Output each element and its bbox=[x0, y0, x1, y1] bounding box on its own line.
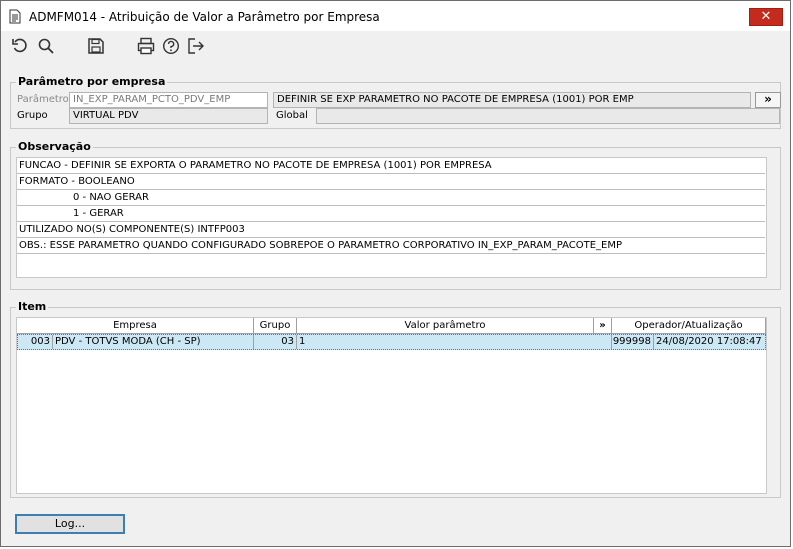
observacao-line: FORMATO - BOOLEANO bbox=[17, 174, 765, 190]
grupo-cell: 03 bbox=[254, 335, 297, 349]
item-grid: Empresa Grupo Valor parâmetro » Operador… bbox=[16, 317, 767, 494]
column-header-valor[interactable]: Valor parâmetro bbox=[297, 318, 594, 334]
empresa-name-cell: PDV - TOTVS MODA (CH - SP) bbox=[53, 335, 254, 349]
help-icon[interactable] bbox=[162, 37, 180, 55]
param-group-title: Parâmetro por empresa bbox=[16, 75, 168, 88]
column-header-grupo[interactable]: Grupo bbox=[254, 318, 297, 334]
close-button[interactable]: ✕ bbox=[749, 8, 783, 26]
document-icon bbox=[9, 9, 21, 24]
observacao-line: 1 - GERAR bbox=[17, 206, 765, 222]
window-title: ADMFM014 - Atribuição de Valor a Parâmet… bbox=[29, 10, 380, 24]
global-label: Global bbox=[276, 110, 308, 121]
toolbar bbox=[1, 31, 790, 61]
column-header-empresa[interactable]: Empresa bbox=[17, 318, 254, 334]
exit-icon[interactable] bbox=[187, 37, 205, 55]
parametro-field[interactable]: IN_EXP_PARAM_PCTO_PDV_EMP bbox=[69, 92, 268, 108]
observacao-line: FUNCAO - DEFINIR SE EXPORTA O PARAMETRO … bbox=[17, 158, 765, 174]
print-icon[interactable] bbox=[137, 37, 155, 55]
operador-cell: 999998 bbox=[612, 335, 654, 349]
global-field bbox=[316, 108, 780, 124]
atualizacao-cell: 24/08/2020 17:08:47 bbox=[656, 336, 762, 347]
observacao-line: 0 - NAO GERAR bbox=[17, 190, 765, 206]
item-group: Item Empresa Grupo Valor parâmetro » Ope… bbox=[10, 300, 781, 498]
log-button[interactable]: Log... bbox=[15, 514, 125, 534]
search-icon[interactable] bbox=[37, 37, 55, 55]
undo-icon[interactable] bbox=[11, 37, 29, 55]
param-group: Parâmetro por empresa Parâmetro IN_EXP_P… bbox=[10, 75, 781, 129]
description-field: DEFINIR SE EXP PARAMETRO NO PACOTE DE EM… bbox=[273, 92, 751, 108]
valor-cell[interactable]: 1 bbox=[297, 335, 612, 349]
more-description-button[interactable]: » bbox=[755, 92, 781, 108]
grupo-field: VIRTUAL PDV bbox=[69, 108, 268, 124]
title-bar: ADMFM014 - Atribuição de Valor a Parâmet… bbox=[1, 1, 790, 31]
observacao-line: OBS.: ESSE PARAMETRO QUANDO CONFIGURADO … bbox=[17, 238, 765, 254]
column-header-operador[interactable]: Operador/Atualização bbox=[612, 318, 766, 334]
parametro-label: Parâmetro bbox=[17, 94, 69, 105]
item-title: Item bbox=[16, 300, 49, 313]
grupo-label: Grupo bbox=[17, 110, 48, 121]
save-icon[interactable] bbox=[87, 37, 105, 55]
main-window: ADMFM014 - Atribuição de Valor a Parâmet… bbox=[0, 0, 791, 547]
empresa-code-cell: 003 bbox=[18, 335, 53, 349]
observacao-group: Observação FUNCAO - DEFINIR SE EXPORTA O… bbox=[10, 140, 781, 290]
observacao-textbox[interactable]: FUNCAO - DEFINIR SE EXPORTA O PARAMETRO … bbox=[16, 157, 767, 278]
table-row[interactable]: 003 PDV - TOTVS MODA (CH - SP) 03 1 9999… bbox=[17, 334, 766, 350]
column-header-more[interactable]: » bbox=[594, 318, 612, 334]
observacao-line: UTILIZADO NO(S) COMPONENTE(S) INTFP003 bbox=[17, 222, 765, 238]
observacao-title: Observação bbox=[16, 140, 93, 153]
